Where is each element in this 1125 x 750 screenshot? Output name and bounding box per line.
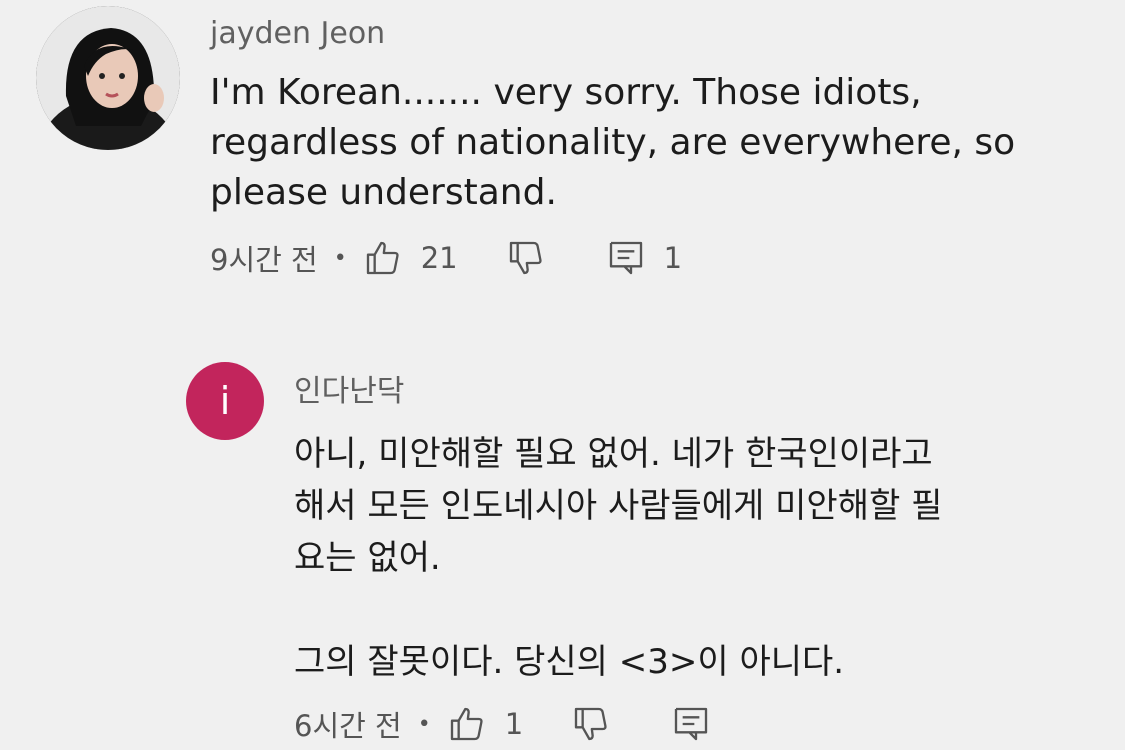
reply-count: 1 — [663, 241, 683, 275]
comment-text: I'm Korean....... very sorry. Those idio… — [210, 72, 1016, 213]
reply-button[interactable]: 1 — [606, 238, 682, 278]
like-count: 1 — [504, 707, 524, 741]
avatar-image — [36, 6, 180, 150]
like-count: 21 — [420, 241, 458, 275]
comment-icon — [609, 241, 642, 275]
comment-author[interactable]: jayden Jeon — [210, 14, 1090, 54]
separator-dot: • — [333, 245, 347, 271]
comment-actions: 6시간 전 • 1 — [294, 702, 1074, 746]
comment-author[interactable]: 인다난닥 — [294, 372, 1074, 412]
comment-icon — [674, 707, 708, 741]
like-button[interactable]: 1 — [447, 704, 523, 744]
comment-body: 인다난닥 아니, 미안해할 필요 없어. 네가 한국인이라고 해서 모든 인도네… — [294, 372, 1074, 746]
comment-actions: 9시간 전 • 21 1 — [210, 236, 1090, 280]
dislike-button[interactable] — [571, 704, 611, 744]
separator-dot: • — [417, 711, 431, 737]
like-button[interactable]: 21 — [363, 238, 458, 278]
comment-time: 9시간 전 — [210, 243, 318, 277]
comment-body: jayden Jeon I'm Korean....... very sorry… — [210, 14, 1090, 280]
thumbs-down-icon — [574, 707, 607, 741]
reply-button[interactable] — [671, 704, 711, 744]
avatar[interactable] — [36, 6, 180, 150]
avatar-letter: i — [219, 379, 231, 423]
avatar[interactable]: i — [186, 362, 264, 440]
thumbs-down-icon — [509, 241, 542, 275]
thumbs-up-icon — [366, 241, 399, 275]
comment-time: 6시간 전 — [294, 709, 402, 743]
comment-text: 아니, 미안해할 필요 없어. 네가 한국인이라고 해서 모든 인도네시아 사람… — [294, 434, 943, 682]
thumbs-up-icon — [450, 707, 483, 741]
dislike-button[interactable] — [506, 238, 546, 278]
